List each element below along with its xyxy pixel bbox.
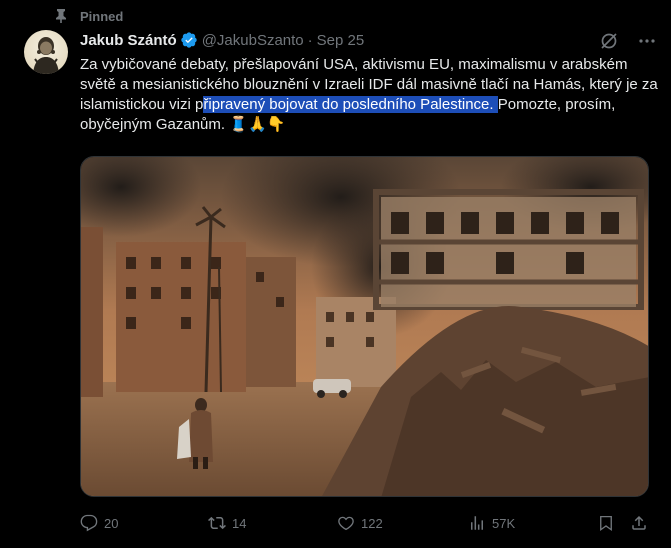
pinned-label: Pinned xyxy=(80,8,124,24)
thread-emoji: 🧵 xyxy=(229,116,248,133)
more-options-icon[interactable] xyxy=(637,31,657,51)
author-display-name[interactable]: Jakub Szántó xyxy=(80,32,177,49)
repost-count: 14 xyxy=(232,515,247,531)
tweet-date[interactable]: Sep 25 xyxy=(317,32,365,49)
share-icon xyxy=(632,515,646,530)
tweet-actions-bar: 20 14 122 57K xyxy=(80,512,652,534)
views-button[interactable]: 57K xyxy=(468,514,515,532)
ruined-city-image xyxy=(81,157,648,496)
tweet-header: Jakub Szántó @JakubSzanto · Sep 25 xyxy=(80,30,364,50)
tweet-text: Za vybičované debaty, přešlapování USA, … xyxy=(80,55,660,135)
repost-button[interactable]: 14 xyxy=(208,514,246,532)
point-down-emoji: 👇 xyxy=(266,116,286,133)
grok-icon[interactable] xyxy=(599,31,619,51)
like-count: 122 xyxy=(361,515,383,531)
verified-badge-icon[interactable] xyxy=(180,31,198,49)
reply-icon xyxy=(80,514,98,532)
author-handle[interactable]: @JakubSzanto xyxy=(202,32,304,49)
tweet-media-image[interactable] xyxy=(80,156,649,497)
share-button[interactable] xyxy=(630,514,654,532)
reply-button[interactable]: 20 xyxy=(80,514,118,532)
separator-dot: · xyxy=(307,31,313,49)
bookmark-button[interactable] xyxy=(597,514,621,532)
header-actions xyxy=(599,31,657,51)
views-icon xyxy=(471,516,483,530)
pinned-indicator: Pinned xyxy=(54,6,123,26)
avatar[interactable] xyxy=(24,30,68,74)
tweet-text-selection: řipravený bojovat do posledního Palestin… xyxy=(203,96,498,113)
heart-icon xyxy=(338,516,354,531)
pin-icon xyxy=(54,8,68,24)
views-count: 57K xyxy=(492,515,516,531)
reply-count: 20 xyxy=(104,515,119,531)
pray-emoji: 🙏 xyxy=(247,116,267,133)
like-button[interactable]: 122 xyxy=(337,514,383,532)
bookmark-icon xyxy=(600,515,612,532)
repost-icon xyxy=(208,516,226,530)
